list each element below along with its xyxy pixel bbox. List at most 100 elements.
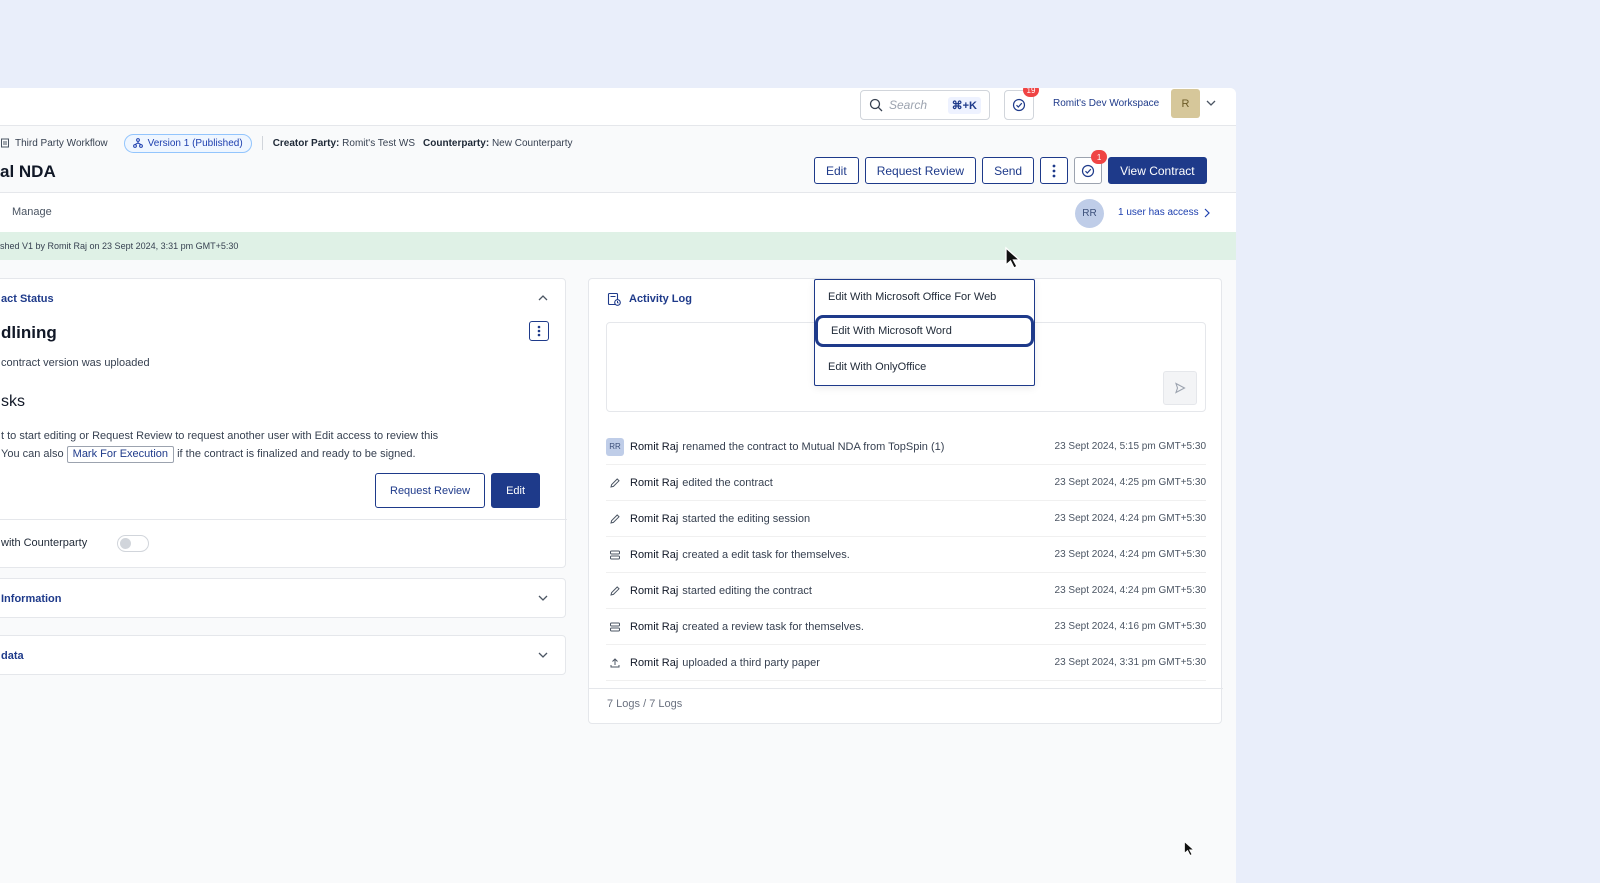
check-circle-icon	[1081, 164, 1095, 177]
log-time: 23 Sept 2024, 3:31 pm GMT+5:30	[1054, 657, 1206, 668]
search-icon	[869, 98, 883, 112]
stage-menu-button[interactable]	[529, 321, 549, 341]
log-user: Romit Raj	[630, 512, 679, 525]
pencil-icon	[606, 510, 624, 528]
workflow-chip: Third Party Workflow	[0, 135, 116, 152]
divider	[0, 519, 567, 520]
log-user: Romit Raj	[630, 656, 679, 669]
log-count: 7 Logs / 7 Logs	[607, 698, 683, 710]
user-access-label: 1 user has access	[1118, 207, 1199, 218]
cursor-icon	[1005, 246, 1022, 269]
share-counterparty-toggle[interactable]	[117, 535, 149, 552]
activity-log-title: Activity Log	[629, 293, 692, 305]
chevron-down-icon[interactable]	[536, 591, 550, 605]
chevron-up-icon[interactable]	[536, 291, 550, 305]
edit-word-item[interactable]: Edit With Microsoft Word	[815, 315, 1034, 347]
task-actions: Request Review Edit	[375, 473, 541, 508]
log-user: Romit Raj	[630, 476, 679, 489]
workflow-label: Third Party Workflow	[15, 137, 108, 149]
search-input[interactable]: Search ⌘+K	[860, 90, 990, 120]
more-options-button[interactable]	[1040, 157, 1069, 184]
edit-button[interactable]: Edit	[814, 157, 859, 184]
chevron-down-icon[interactable]	[536, 648, 550, 662]
task-description: t to start editing or Request Review to …	[1, 427, 521, 463]
log-row: Romit Raj created a edit task for themse…	[606, 537, 1206, 573]
edit-onlyoffice-item[interactable]: Edit With OnlyOffice	[815, 351, 1034, 383]
stage-description: contract version was uploaded	[1, 357, 150, 369]
branch-icon	[132, 138, 143, 148]
approvals-button[interactable]: 1	[1074, 150, 1108, 184]
divider	[589, 688, 1223, 689]
data-heading: data	[1, 650, 24, 662]
creator-party: Creator Party: Romit's Test WS	[272, 137, 416, 149]
data-accordion[interactable]: data	[0, 635, 566, 675]
page-title: al NDA	[0, 162, 56, 181]
request-review-button[interactable]: Request Review	[864, 157, 977, 184]
contract-status-card: act Status dlining contract version was …	[0, 278, 567, 568]
approvals-badge: 1	[1091, 150, 1108, 164]
avatar: RR	[1075, 199, 1104, 228]
app-window: Search ⌘+K 19 Romit's Dev Workspace R Th…	[0, 88, 1236, 883]
log-action: started editing the contract	[682, 584, 812, 597]
contract-status-heading: act Status	[1, 293, 54, 305]
stage-title: dlining	[1, 323, 57, 342]
counterparty: Counterparty: New Counterparty	[423, 137, 573, 149]
information-accordion[interactable]: Information	[0, 578, 566, 618]
version-chip[interactable]: Version 1 (Published)	[123, 133, 252, 153]
tasks-button[interactable]: 19	[1004, 88, 1039, 120]
upload-icon	[606, 654, 624, 672]
log-action: renamed the contract to Mutual NDA from …	[682, 440, 945, 453]
edit-office-web-item[interactable]: Edit With Microsoft Office For Web	[815, 281, 1034, 313]
log-user: Romit Raj	[630, 440, 679, 453]
view-contract-button[interactable]: View Contract	[1108, 157, 1207, 184]
tab-manage[interactable]: Manage	[12, 206, 52, 218]
task-icon	[606, 618, 624, 636]
edit-dropdown-menu: Edit With Microsoft Office For Web Edit …	[814, 279, 1035, 386]
cursor-icon	[1183, 840, 1196, 857]
log-action: created a edit task for themselves.	[682, 548, 850, 561]
pencil-icon	[606, 582, 624, 600]
workspace-avatar[interactable]: R	[1171, 89, 1200, 118]
log-time: 23 Sept 2024, 5:15 pm GMT+5:30	[1054, 441, 1206, 452]
activity-log-heading: Activity Log	[607, 292, 692, 306]
contract-actions: Edit Request Review Send 1 View Contract	[814, 150, 1207, 184]
send-button[interactable]: Send	[982, 157, 1035, 184]
activity-log-icon	[607, 292, 621, 306]
share-counterparty-label: with Counterparty	[1, 537, 88, 549]
divider	[261, 136, 263, 150]
search-placeholder: Search	[889, 98, 928, 112]
check-circle-icon	[1012, 98, 1026, 112]
toggle-knob	[120, 538, 131, 549]
workspace-name[interactable]: Romit's Dev Workspace	[1053, 98, 1159, 109]
user-access-link[interactable]: 1 user has access	[1118, 207, 1211, 218]
log-action: edited the contract	[682, 476, 773, 489]
send-icon	[1175, 382, 1186, 394]
log-row: RR Romit Raj renamed the contract to Mut…	[606, 429, 1206, 465]
mark-for-execution-link[interactable]: Mark For Execution	[66, 446, 175, 463]
log-time: 23 Sept 2024, 4:24 pm GMT+5:30	[1054, 513, 1206, 524]
kebab-icon	[1052, 164, 1056, 177]
chevron-down-icon[interactable]	[1204, 96, 1218, 110]
log-row: Romit Raj edited the contract 23 Sept 20…	[606, 465, 1206, 501]
log-row: Romit Raj started the editing session 23…	[606, 501, 1206, 537]
activity-log-list: RR Romit Raj renamed the contract to Mut…	[606, 429, 1206, 681]
chevron-right-icon	[1204, 208, 1210, 217]
avatar: RR	[606, 437, 624, 456]
tasks-badge: 19	[1023, 88, 1039, 97]
log-user: Romit Raj	[630, 620, 679, 633]
kebab-icon	[537, 325, 541, 337]
tabs-row: Manage RR 1 user has access	[0, 192, 1236, 232]
log-action: uploaded a third party paper	[682, 656, 820, 669]
task-line-2: You can also Mark For Execution if the c…	[1, 445, 521, 463]
edit-button[interactable]: Edit	[491, 473, 541, 508]
task-line-1: t to start editing or Request Review to …	[1, 430, 439, 442]
log-row: Romit Raj started editing the contract 2…	[606, 573, 1206, 609]
log-action: created a review task for themselves.	[682, 620, 864, 633]
send-comment-button[interactable]	[1163, 371, 1197, 405]
log-row: Romit Raj created a review task for them…	[606, 609, 1206, 645]
log-row: Romit Raj uploaded a third party paper 2…	[606, 645, 1206, 681]
contract-meta: Third Party Workflow Version 1 (Publishe…	[0, 132, 573, 154]
information-heading: Information	[1, 593, 62, 605]
request-review-button[interactable]: Request Review	[375, 473, 486, 508]
version-label: Version 1 (Published)	[147, 137, 243, 149]
